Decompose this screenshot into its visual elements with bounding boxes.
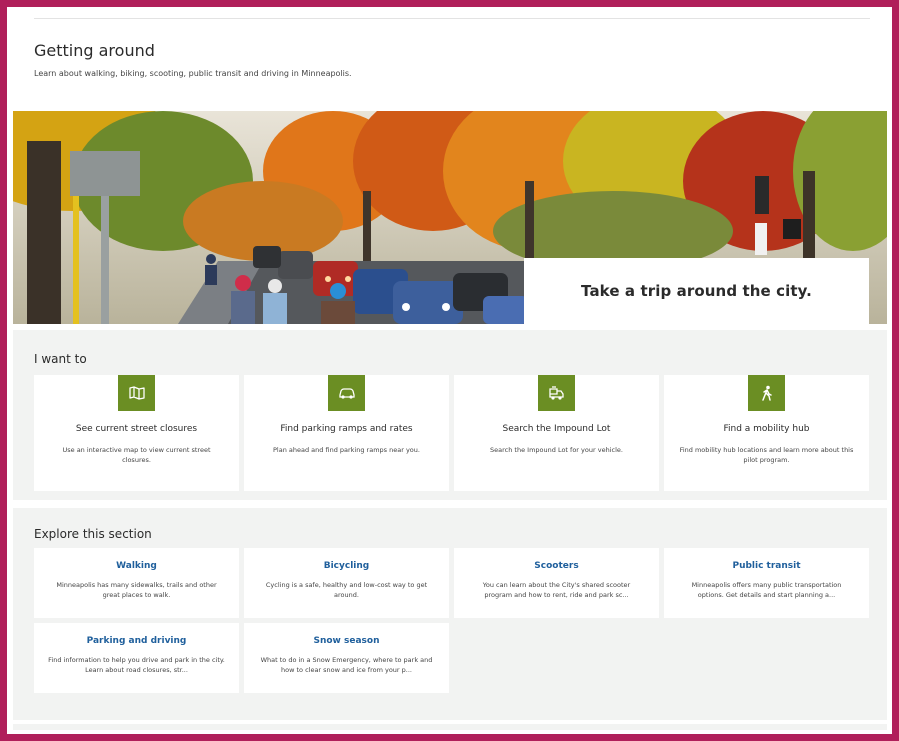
card-description: Minneapolis offers many public transport…: [691, 581, 842, 599]
card-description: Minneapolis has many sidewalks, trails a…: [56, 581, 217, 599]
card-description: Find mobility hub locations and learn mo…: [679, 446, 854, 464]
card-title: Find a mobility hub: [723, 424, 810, 434]
card-link-title[interactable]: Walking: [40, 561, 233, 571]
car-icon: [328, 375, 365, 411]
card-link-title[interactable]: Scooters: [460, 561, 653, 571]
page-frame: Getting around Learn about walking, biki…: [7, 7, 892, 734]
card-link-title[interactable]: Snow season: [250, 636, 443, 646]
card-link-title[interactable]: Parking and driving: [40, 636, 233, 646]
mobility-hub-card[interactable]: Find a mobility hub Find mobility hub lo…: [664, 375, 869, 491]
hero-tagline: Take a trip around the city.: [581, 282, 812, 300]
street-closures-card[interactable]: See current street closures Use an inter…: [34, 375, 239, 491]
card-title: Search the Impound Lot: [502, 424, 611, 434]
section-title: I want to: [34, 352, 87, 366]
scooters-card[interactable]: Scooters You can learn about the City's …: [454, 548, 659, 618]
card-title: Find parking ramps and rates: [280, 424, 413, 434]
card-description: Cycling is a safe, healthy and low-cost …: [265, 581, 428, 599]
card-description: Use an interactive map to view current s…: [62, 446, 211, 464]
card-description: What to do in a Snow Emergency, where to…: [260, 656, 433, 674]
section-title: Explore this section: [34, 527, 152, 541]
footer-strip: [13, 724, 887, 730]
card-description: Find information to help you drive and p…: [48, 656, 225, 674]
page-subtitle: Learn about walking, biking, scooting, p…: [34, 69, 352, 78]
tow-truck-icon: [538, 375, 575, 411]
walking-card[interactable]: Walking Minneapolis has many sidewalks, …: [34, 548, 239, 618]
snow-season-card[interactable]: Snow season What to do in a Snow Emergen…: [244, 623, 449, 693]
map-icon: [118, 375, 155, 411]
card-description: Plan ahead and find parking ramps near y…: [273, 446, 420, 454]
public-transit-card[interactable]: Public transit Minneapolis offers many p…: [664, 548, 869, 618]
card-description: You can learn about the City's shared sc…: [482, 581, 631, 599]
card-description: Search the Impound Lot for your vehicle.: [490, 446, 623, 454]
hero-tagline-card: Take a trip around the city.: [524, 258, 869, 324]
parking-ramps-card[interactable]: Find parking ramps and rates Plan ahead …: [244, 375, 449, 491]
explore-section: Explore this section Walking Minneapolis…: [13, 508, 887, 720]
i-want-to-section: I want to See current street closures Us…: [13, 330, 887, 500]
divider: [34, 18, 870, 19]
walking-person-icon: [748, 375, 785, 411]
bicycling-card[interactable]: Bicycling Cycling is a safe, healthy and…: [244, 548, 449, 618]
card-link-title[interactable]: Bicycling: [250, 561, 443, 571]
card-title: See current street closures: [75, 424, 198, 434]
page-title: Getting around: [34, 41, 155, 60]
parking-driving-card[interactable]: Parking and driving Find information to …: [34, 623, 239, 693]
impound-lot-card[interactable]: Search the Impound Lot Search the Impoun…: [454, 375, 659, 491]
card-link-title[interactable]: Public transit: [670, 561, 863, 571]
hero-banner: Take a trip around the city.: [13, 111, 887, 324]
